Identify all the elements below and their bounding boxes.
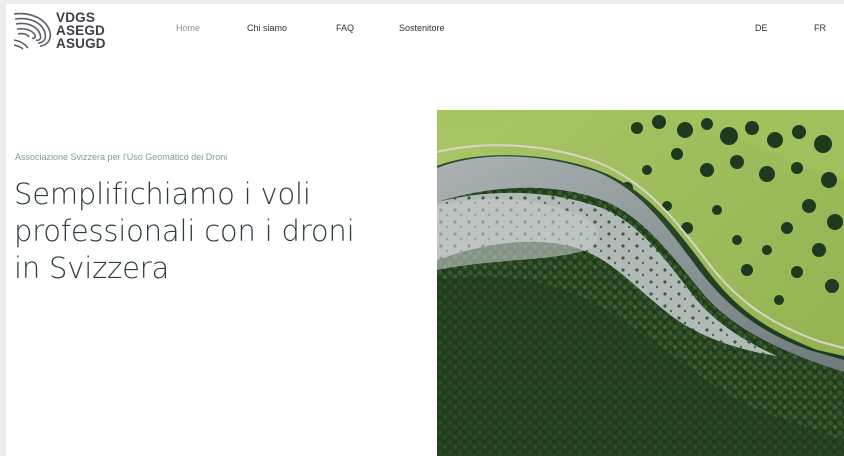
language-de[interactable]: DE: [755, 23, 768, 33]
aerial-photo-canyon-forest: [437, 110, 844, 456]
language-fr[interactable]: FR: [814, 23, 826, 33]
contour-lines-logo-icon: [12, 10, 54, 50]
hero-headline: Semplifichiamo i voli professionali con …: [14, 176, 434, 287]
headline-line-3: in Svizzera: [14, 251, 170, 285]
headline-line-1: Semplifichiamo i voli: [14, 177, 311, 211]
nav-faq[interactable]: FAQ: [336, 23, 354, 33]
hero-tagline: Associazione Svizzera per l'Uso Geomatic…: [15, 152, 228, 162]
logo-wordmark: VDGS ASEGD ASUGD: [56, 9, 106, 51]
browser-viewport: VDGS ASEGD ASUGD Home Chi siamo FAQ Sost…: [6, 4, 844, 456]
site-header: VDGS ASEGD ASUGD Home Chi siamo FAQ Sost…: [6, 4, 844, 54]
logo-line-asugd: ASUGD: [56, 35, 106, 51]
nav-chi-siamo[interactable]: Chi siamo: [247, 23, 287, 33]
headline-line-2: professionali con i droni: [14, 214, 355, 248]
logo-line-asegd: ASEGD: [56, 22, 106, 38]
nav-home[interactable]: Home: [176, 23, 200, 33]
logo-line-vdgs: VDGS: [56, 9, 96, 25]
logo-link[interactable]: VDGS ASEGD ASUGD: [12, 8, 106, 52]
nav-sostenitore[interactable]: Sostenitore: [399, 23, 445, 33]
